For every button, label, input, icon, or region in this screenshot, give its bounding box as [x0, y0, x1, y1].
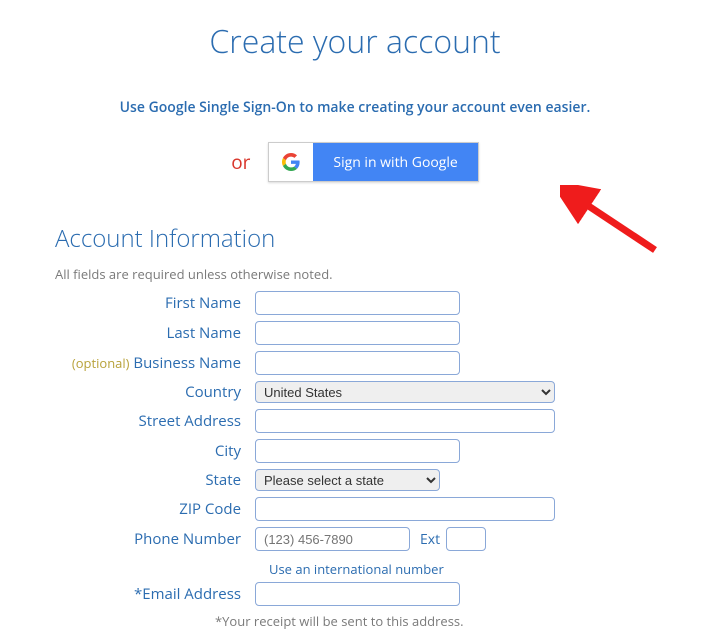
intl-number-link[interactable]: Use an international number: [269, 560, 444, 578]
label-last-name: Last Name: [55, 323, 255, 343]
first-name-field[interactable]: [255, 291, 460, 315]
label-first-name: First Name: [55, 293, 255, 313]
account-form: First Name Last Name (optional) Business…: [55, 291, 710, 630]
google-signin-button[interactable]: Sign in with Google: [268, 142, 478, 182]
google-signin-label: Sign in with Google: [313, 143, 477, 181]
label-zip: ZIP Code: [55, 499, 255, 519]
city-field[interactable]: [255, 439, 460, 463]
section-account-info: Account Information: [55, 222, 710, 255]
last-name-field[interactable]: [255, 321, 460, 345]
required-note: All fields are required unless otherwise…: [55, 265, 710, 283]
state-select[interactable]: Please select a state: [255, 469, 440, 491]
street-address-field[interactable]: [255, 409, 555, 433]
ext-field[interactable]: [446, 527, 486, 551]
label-city: City: [55, 441, 255, 461]
or-text: or: [231, 149, 250, 175]
page-title: Create your account: [0, 20, 710, 63]
business-name-field[interactable]: [255, 351, 460, 375]
sso-hint: Use Google Single Sign-On to make creati…: [0, 98, 710, 117]
label-phone: Phone Number: [55, 529, 255, 549]
label-business-name: (optional) Business Name: [55, 353, 255, 373]
sso-row: or Sign in with Google: [0, 142, 710, 182]
google-icon: [269, 143, 313, 181]
label-country: Country: [55, 382, 255, 402]
label-street-address: Street Address: [55, 411, 255, 431]
label-state: State: [55, 470, 255, 490]
label-email: *Email Address: [55, 584, 255, 604]
optional-tag: (optional): [72, 354, 130, 372]
receipt-note: *Your receipt will be sent to this addre…: [215, 612, 710, 630]
zip-field[interactable]: [255, 497, 555, 521]
email-field[interactable]: [255, 582, 460, 606]
label-ext: Ext: [420, 530, 440, 549]
country-select[interactable]: United States: [255, 381, 555, 403]
phone-field[interactable]: [255, 527, 410, 551]
